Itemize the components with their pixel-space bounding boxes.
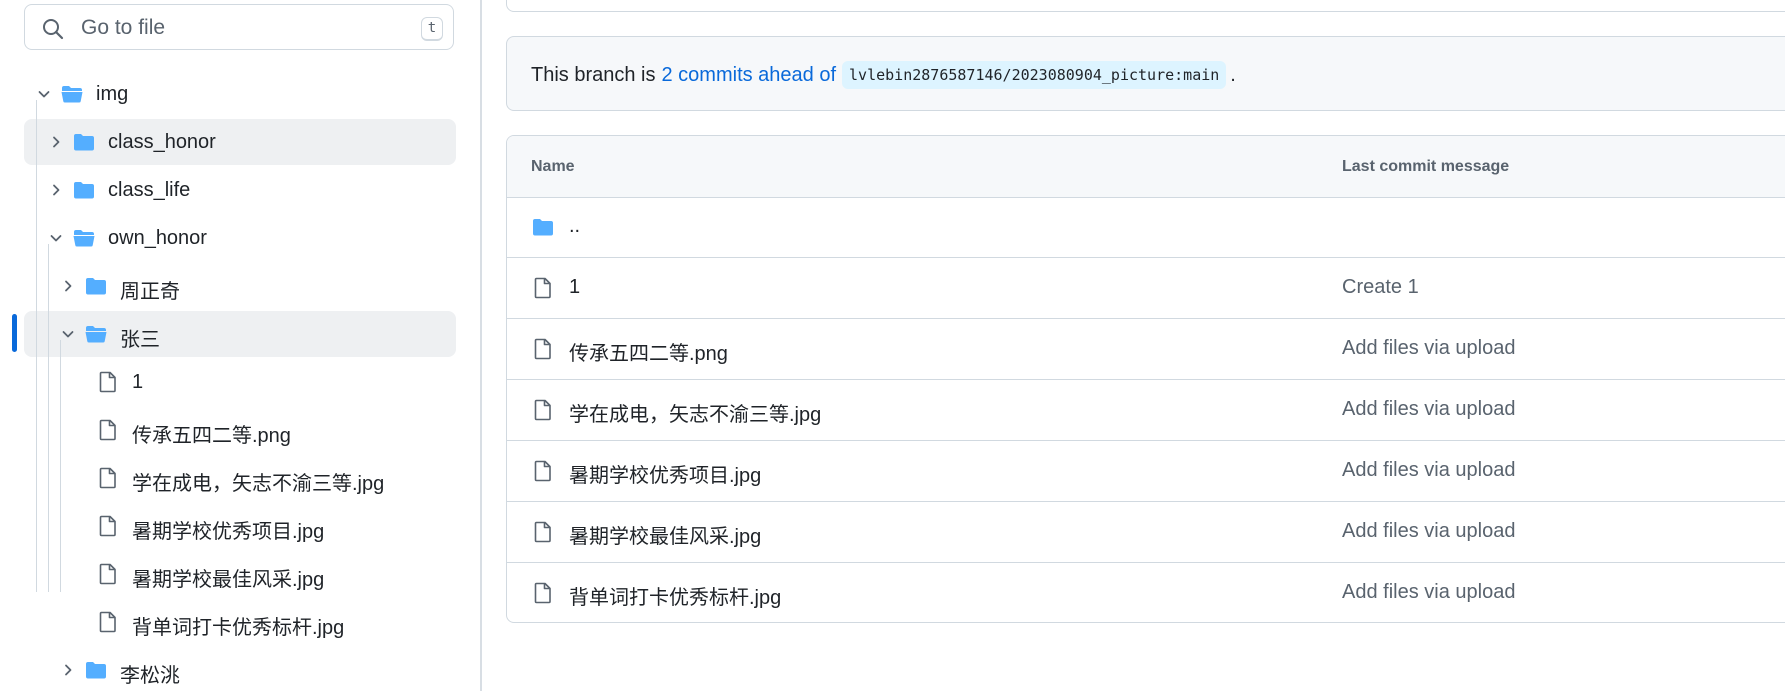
folder-icon: [86, 278, 106, 295]
search-input[interactable]: [79, 13, 383, 43]
commit-message-link[interactable]: Add files via upload: [1342, 337, 1515, 360]
file-icon: [534, 582, 551, 604]
file-icon: [99, 371, 116, 393]
folder-icon: [74, 182, 94, 199]
folder-open-icon: [73, 230, 95, 247]
column-header-name: Name: [531, 158, 575, 175]
tree-folder-item[interactable]: 周正奇: [24, 263, 456, 309]
folder-icon: [86, 662, 106, 679]
tree-item-label: 暑期学校优秀项目.jpg: [132, 521, 325, 543]
sidebar-divider[interactable]: [480, 0, 482, 691]
chevron-down-icon[interactable]: [36, 86, 52, 102]
file-icon: [534, 460, 551, 482]
tree-indent-guide: [60, 340, 61, 592]
commit-message-link[interactable]: Add files via upload: [1342, 398, 1515, 421]
tree-item-label: 暑期学校最佳风采.jpg: [132, 569, 325, 591]
search-icon: [43, 19, 64, 40]
file-icon: [534, 521, 551, 543]
tree-folder-item[interactable]: class_honor: [24, 119, 456, 165]
table-row[interactable]: 学在成电，矢志不渝三等.jpg Add files via upload: [507, 380, 1785, 441]
table-row[interactable]: 传承五四二等.png Add files via upload: [507, 319, 1785, 380]
table-row[interactable]: 1 Create 1: [507, 258, 1785, 319]
file-icon: [99, 515, 116, 537]
folder-icon: [74, 134, 94, 151]
tree-indent-guide: [36, 100, 37, 592]
tree-file-item[interactable]: 传承五四二等.png: [24, 407, 456, 453]
chevron-down-icon[interactable]: [48, 230, 64, 246]
file-table: Name Last commit message .. 1 Create 1 传承五四…: [506, 135, 1785, 623]
tree-file-item[interactable]: 暑期学校最佳风采.jpg: [24, 551, 456, 597]
file-name-link[interactable]: 1: [569, 276, 580, 299]
table-row[interactable]: 暑期学校优秀项目.jpg Add files via upload: [507, 441, 1785, 502]
tree-folder-item[interactable]: img: [24, 71, 456, 117]
tree-folder-item[interactable]: 张三: [24, 311, 456, 357]
keyboard-shortcut-hint: t: [421, 17, 443, 41]
file-name-link[interactable]: 暑期学校最佳风采.jpg: [569, 520, 761, 549]
tree-folder-item[interactable]: class_life: [24, 167, 456, 213]
file-icon: [99, 419, 116, 441]
tree-item-label: 背单词打卡优秀标杆.jpg: [132, 617, 345, 639]
branch-status-prefix: This branch is: [531, 63, 656, 86]
file-icon: [99, 467, 116, 489]
file-tree-sidebar: t img class_honor class_life own_honor 周正奇张三…: [0, 0, 480, 691]
chevron-right-icon[interactable]: [60, 278, 76, 294]
tree-file-item[interactable]: 背单词打卡优秀标杆.jpg: [24, 599, 456, 645]
file-name-link[interactable]: 学在成电，矢志不渝三等.jpg: [569, 398, 821, 427]
table-row[interactable]: 背单词打卡优秀标杆.jpg Add files via upload: [507, 563, 1785, 622]
tree-item-label: 周正奇: [120, 281, 180, 303]
branch-status-banner: This branch is 2 commits ahead of lvlebi…: [506, 36, 1785, 111]
chevron-right-icon[interactable]: [48, 182, 64, 198]
tree-folder-item[interactable]: 李松洮: [24, 647, 456, 693]
column-header-last-commit: Last commit message: [1342, 158, 1510, 175]
tree-item-label: class_life: [108, 179, 191, 201]
top-panel-edge: [506, 0, 1785, 12]
branch-status-suffix: .: [1230, 63, 1236, 86]
file-name-link[interactable]: 暑期学校优秀项目.jpg: [569, 459, 761, 488]
chevron-right-icon[interactable]: [60, 662, 76, 678]
file-icon: [534, 399, 551, 421]
commit-message-link[interactable]: Add files via upload: [1342, 581, 1515, 604]
tree-item-label: class_honor: [108, 131, 216, 153]
tree-item-label: 张三: [120, 329, 160, 351]
chevron-down-icon[interactable]: [60, 326, 76, 342]
folder-open-icon: [61, 86, 83, 103]
commit-message-link[interactable]: Add files via upload: [1342, 520, 1515, 543]
folder-icon: [533, 219, 553, 236]
file-icon: [99, 563, 116, 585]
tree-indent-guide: [48, 244, 49, 592]
go-to-file-search[interactable]: t: [24, 4, 454, 50]
commit-message-link[interactable]: Create 1: [1342, 276, 1419, 299]
table-header: Name Last commit message: [507, 136, 1785, 198]
tree-item-label: own_honor: [108, 227, 207, 249]
commits-ahead-link[interactable]: 2 commits ahead of: [662, 64, 837, 87]
tree-item-label: 学在成电，矢志不渝三等.jpg: [132, 473, 385, 495]
tree-item-label: img: [96, 83, 129, 105]
tree-item-label: 传承五四二等.png: [132, 425, 291, 447]
parent-directory-link[interactable]: ..: [569, 215, 580, 238]
commit-message-link[interactable]: Add files via upload: [1342, 459, 1515, 482]
file-icon: [99, 611, 116, 633]
tree-file-item[interactable]: 1: [24, 359, 456, 405]
tree-item-label: 李松洮: [120, 665, 180, 687]
upstream-branch-ref[interactable]: lvlebin2876587146/2023080904_picture:mai…: [842, 61, 1227, 89]
tree-item-label: 1: [132, 371, 144, 393]
file-icon: [534, 277, 551, 299]
tree-file-item[interactable]: 学在成电，矢志不渝三等.jpg: [24, 455, 456, 501]
file-name-link[interactable]: 背单词打卡优秀标杆.jpg: [569, 581, 781, 610]
chevron-right-icon[interactable]: [48, 134, 64, 150]
table-row[interactable]: 暑期学校最佳风采.jpg Add files via upload: [507, 502, 1785, 563]
tree-file-item[interactable]: 暑期学校优秀项目.jpg: [24, 503, 456, 549]
active-item-marker: [12, 314, 17, 352]
tree-folder-item[interactable]: own_honor: [24, 215, 456, 261]
file-icon: [534, 338, 551, 360]
folder-open-icon: [85, 326, 107, 343]
file-name-link[interactable]: 传承五四二等.png: [569, 337, 728, 366]
table-row[interactable]: ..: [507, 197, 1785, 258]
